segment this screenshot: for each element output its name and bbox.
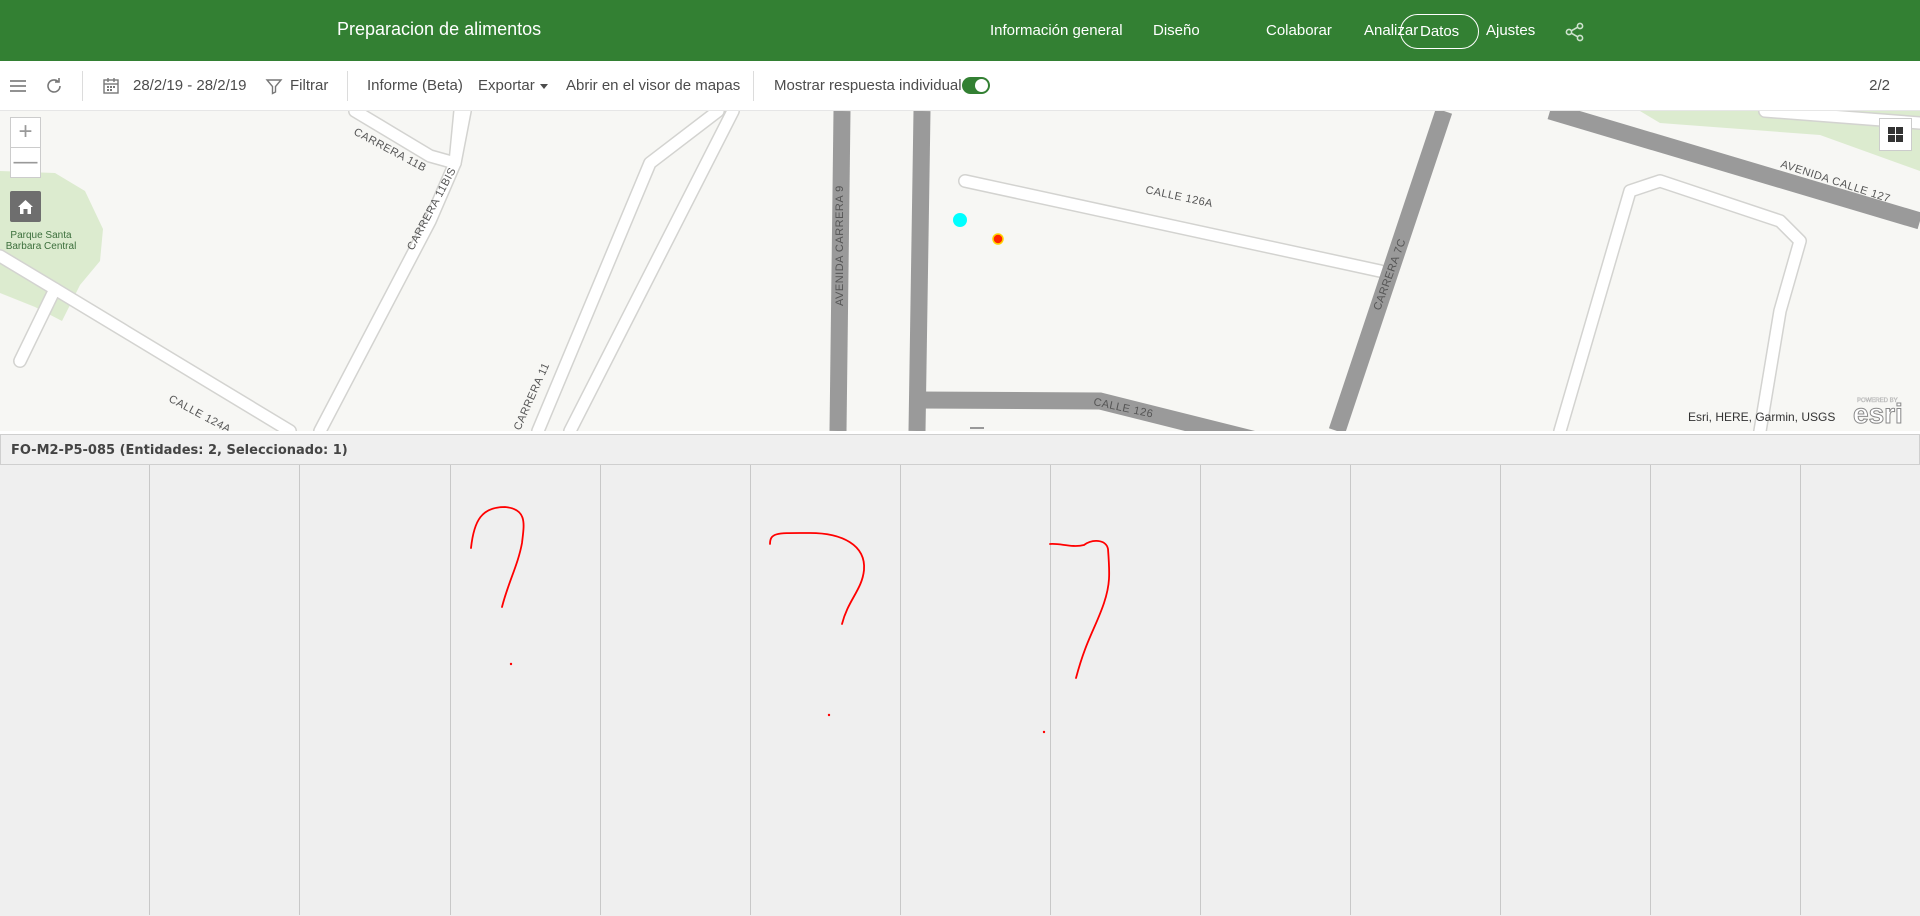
question-mark-annotation [769,532,865,625]
question-mark-annotation [1049,540,1111,679]
app-header: Preparacion de alimentos Información gen… [0,0,1920,61]
report-button[interactable]: Informe (Beta) [367,77,463,94]
toolbar-divider [347,71,348,101]
export-button[interactable]: Exportar [478,77,548,94]
street-label: CARRERA 11BIS [405,166,459,253]
esri-logo: POWERED BY esri [1853,398,1904,428]
map-attribution[interactable]: Esri, HERE, Garmin, USGS [1688,410,1835,424]
park-label: Parque Santa Barbara Central [5,230,77,252]
attribute-table[interactable] [0,465,1920,916]
resize-handle[interactable] [970,427,984,429]
zoom-out-button[interactable]: — [10,147,41,178]
annotation-dot [1042,730,1046,734]
toolbar-divider [82,71,83,101]
street-label: CALLE 126A [1144,184,1214,210]
table-header: FO-M2-P5-085 (Entidades: 2, Seleccionado… [0,434,1920,465]
tab-colaborar[interactable]: Colaborar [1266,22,1332,39]
home-icon [18,200,33,214]
date-range[interactable]: 28/2/19 - 28/2/19 [133,77,246,94]
toolbar: 28/2/19 - 28/2/19 Filtrar Informe (Beta)… [0,61,1920,111]
tab-ajustes[interactable]: Ajustes [1486,22,1535,39]
page-count: 2/2 [1869,77,1890,94]
chevron-down-icon [539,83,548,89]
annotation-marks [470,506,1111,734]
selected-survey-point[interactable] [992,233,1004,245]
filter-button[interactable]: Filtrar [290,77,328,94]
hamburger-icon[interactable] [8,76,28,96]
individual-response-toggle[interactable] [962,77,990,94]
street-label: CALLE 124A [167,393,233,431]
home-button[interactable] [10,191,41,222]
filter-icon[interactable] [264,76,284,96]
basemap-gallery-button[interactable] [1879,118,1912,151]
survey-point[interactable] [953,213,967,227]
zoom-in-button[interactable]: + [10,117,41,148]
export-label: Exportar [478,77,535,94]
grid-icon [1888,127,1903,142]
individual-response-label: Mostrar respuesta individual [774,77,962,94]
table-title: FO-M2-P5-085 (Entidades: 2, Seleccionado… [11,443,348,458]
map-view[interactable]: CARRERA 11B CARRERA 11BIS CALLE 124A CAR… [0,111,1920,431]
annotation-dot [827,713,831,717]
share-icon[interactable] [1565,22,1585,42]
question-mark-annotation [470,506,525,608]
survey-title: Preparacion de alimentos [337,19,542,39]
toolbar-divider [753,71,754,101]
esri-logo-wordmark: esri [1853,398,1903,427]
calendar-icon[interactable] [101,76,121,96]
basemap: CARRERA 11B CARRERA 11BIS CALLE 124A CAR… [0,111,1920,431]
tab-diseno[interactable]: Diseño [1153,22,1200,39]
annotation-dot [509,662,513,666]
street-label: AVENIDA CARRERA 9 [834,185,846,306]
refresh-icon[interactable] [44,76,64,96]
open-map-viewer-button[interactable]: Abrir en el visor de mapas [566,77,740,94]
tab-datos[interactable]: Datos [1400,14,1480,49]
tab-informacion-general[interactable]: Información general [990,22,1123,39]
